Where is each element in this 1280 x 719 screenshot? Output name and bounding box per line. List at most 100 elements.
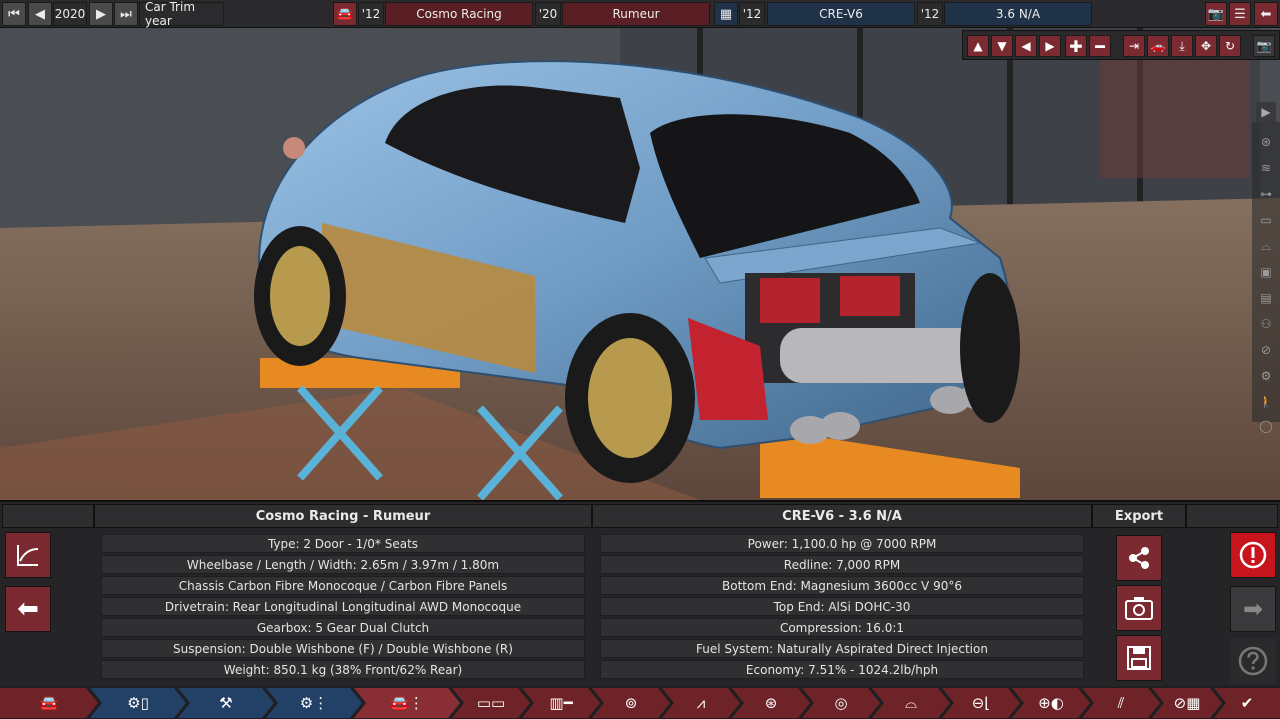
nav-finish[interactable]: ✔ [1214, 688, 1280, 718]
triangle-down-icon: ▼ [997, 39, 1007, 53]
help-button[interactable] [1230, 638, 1276, 684]
piston-icon: ⚒ [219, 694, 233, 712]
nav-engine-family[interactable]: ⚙▯ [90, 688, 186, 718]
nav-car-model[interactable]: 🚘 [0, 688, 98, 718]
camera-right-button[interactable]: ▶ [1039, 35, 1061, 57]
plus-icon: ✚ [1069, 36, 1083, 56]
engine-family-selector[interactable]: CRE-V6 [767, 2, 915, 26]
drivetrain-icon: ▥━ [549, 694, 573, 712]
nav-gearbox[interactable]: ⊚ [592, 688, 670, 718]
steering-wheel-icon: ⊕◐ [1038, 694, 1064, 712]
engine-stat-row: Economy: 7.51% - 1024.2lb/hph [600, 660, 1084, 679]
export-title: Export [1092, 504, 1186, 528]
car-view-button[interactable]: 🚗 [1147, 35, 1169, 57]
seat-icon: ⚇ [1260, 317, 1272, 331]
graph-icon [17, 545, 39, 566]
engine-stat-row: Redline: 7,000 RPM [600, 555, 1084, 574]
graph-button[interactable] [5, 532, 51, 578]
nav-test-track[interactable]: ⊘▦ [1152, 688, 1222, 718]
brand-selector[interactable]: Cosmo Racing [385, 2, 533, 26]
menu-button[interactable]: ☰ [1229, 2, 1251, 26]
car-stat-row: Weight: 850.1 kg (38% Front/62% Rear) [101, 660, 585, 679]
body-icon: ⌓ [1261, 238, 1271, 253]
camera-down-button[interactable]: ▼ [991, 35, 1013, 57]
screenshot-button[interactable]: 📷 [1205, 2, 1227, 26]
side-body-button[interactable]: ⌓ [1256, 236, 1276, 256]
engine-variant-selector[interactable]: 3.6 N/A [944, 2, 1092, 26]
side-wheel-button[interactable]: ⊛ [1256, 132, 1276, 152]
expand-side-button[interactable]: ▶ [1256, 102, 1276, 122]
pan-button[interactable]: ✥ [1195, 35, 1217, 57]
nav-suspension[interactable]: ⩘ [662, 688, 740, 718]
nav-drivetrain[interactable]: ▥━ [522, 688, 600, 718]
nav-wheels[interactable]: ⊛ [732, 688, 810, 718]
nav-tuning[interactable]: ⊕◐ [1012, 688, 1090, 718]
share-export-button[interactable] [1116, 535, 1162, 581]
person-icon: 🚶 [1258, 395, 1274, 409]
car-3d-viewport[interactable]: ▲ ▼ ◀ ▶ ✚ ━ ⇥ 🚗 ⤓ ✥ ↻ 📷 ▶ ⊛ ≋ ⊶ ▭ ⌓ ▣ ▤ … [0, 28, 1280, 500]
engine-button[interactable]: ▦ [714, 2, 738, 26]
car-stat-row: Chassis Carbon Fibre Monocoque / Carbon … [101, 576, 585, 595]
prev-year-button[interactable]: ◀ [28, 2, 52, 26]
lower-button[interactable]: ⤓ [1171, 35, 1193, 57]
side-view-icons: ▶ ⊛ ≋ ⊶ ▭ ⌓ ▣ ▤ ⚇ ⊘ ⚙ 🚶 ◯ [1252, 102, 1280, 433]
nav-brakes[interactable]: ◎ [802, 688, 880, 718]
grille-icon: ▤ [1260, 291, 1272, 305]
last-year-button[interactable]: ⏭ [114, 2, 138, 26]
nav-aero[interactable]: ⌓ [872, 688, 950, 718]
side-gear-button[interactable]: ⚙ [1256, 366, 1276, 386]
nav-fuel[interactable]: ⫽ [1082, 688, 1160, 718]
steering-seat-icon: ⊖⌊ [971, 694, 991, 712]
next-year-button[interactable]: ▶ [89, 2, 113, 26]
side-axle-button[interactable]: ⊶ [1256, 184, 1276, 204]
car-trim-year-label: Car Trim year [139, 0, 224, 28]
align-button[interactable]: ⇥ [1123, 35, 1145, 57]
engine-block-icon: ▣ [1260, 265, 1272, 279]
camera-icon: 📷 [1256, 39, 1272, 53]
reset-camera-button[interactable]: ↻ [1219, 35, 1241, 57]
car-stat-row: Suspension: Double Wishbone (F) / Double… [101, 639, 585, 658]
nav-interior[interactable]: ⊖⌊ [942, 688, 1020, 718]
nav-trim-body[interactable]: 🚘⋮ [354, 688, 460, 718]
nav-engine-top[interactable]: ⚙⋮ [266, 688, 362, 718]
car-stat-row: Gearbox: 5 Gear Dual Clutch [101, 618, 585, 637]
nav-engine-bottom[interactable]: ⚒ [178, 688, 274, 718]
car-trim-icon: 🚘⋮ [390, 694, 424, 712]
car-stat-row: Wheelbase / Length / Width: 2.65m / 3.97… [101, 555, 585, 574]
side-spring-button[interactable]: ≋ [1256, 158, 1276, 178]
car-model-button[interactable]: 🚘 [333, 2, 357, 26]
camera-left-button[interactable]: ◀ [1015, 35, 1037, 57]
right-tools-header [1186, 504, 1278, 528]
first-year-button[interactable]: ⏮ [2, 2, 26, 26]
side-circle-button[interactable]: ◯ [1256, 418, 1276, 434]
photo-export-button[interactable] [1116, 585, 1162, 631]
arrow-left-icon: ⬅ [1260, 6, 1272, 22]
next-button[interactable]: ➡ [1230, 586, 1276, 632]
rotate-icon: ↻ [1224, 39, 1236, 53]
previous-button[interactable]: ⬅ [5, 586, 51, 632]
engine-stat-row: Fuel System: Naturally Aspirated Direct … [600, 639, 1084, 658]
back-button[interactable]: ⬅ [1254, 2, 1278, 26]
caret-right-icon: ▶ [96, 6, 106, 22]
arrow-left-icon: ⬅ [17, 594, 39, 624]
garage-scene [0, 28, 1280, 500]
nav-chassis[interactable]: ▭▭ [452, 688, 530, 718]
exhaust-muffler [780, 328, 990, 383]
zoom-out-button[interactable]: ━ [1089, 35, 1111, 57]
side-person-button[interactable]: 🚶 [1256, 392, 1276, 412]
side-engine-button[interactable]: ▣ [1256, 262, 1276, 282]
side-frame-button[interactable]: ▭ [1256, 210, 1276, 230]
side-seat-button[interactable]: ⚇ [1256, 314, 1276, 334]
triangle-right-icon: ▶ [1045, 39, 1055, 53]
camera-up-button[interactable]: ▲ [967, 35, 989, 57]
model-year: '12 [358, 2, 384, 26]
zoom-in-button[interactable]: ✚ [1065, 35, 1087, 57]
share-icon [1129, 547, 1149, 569]
year-field[interactable]: 2020 [53, 2, 87, 26]
warning-button[interactable] [1230, 532, 1276, 578]
side-no-button[interactable]: ⊘ [1256, 340, 1276, 360]
save-button[interactable] [1116, 635, 1162, 681]
side-grille-button[interactable]: ▤ [1256, 288, 1276, 308]
photo-mode-button[interactable]: 📷 [1253, 35, 1275, 57]
model-selector[interactable]: Rumeur [562, 2, 710, 26]
